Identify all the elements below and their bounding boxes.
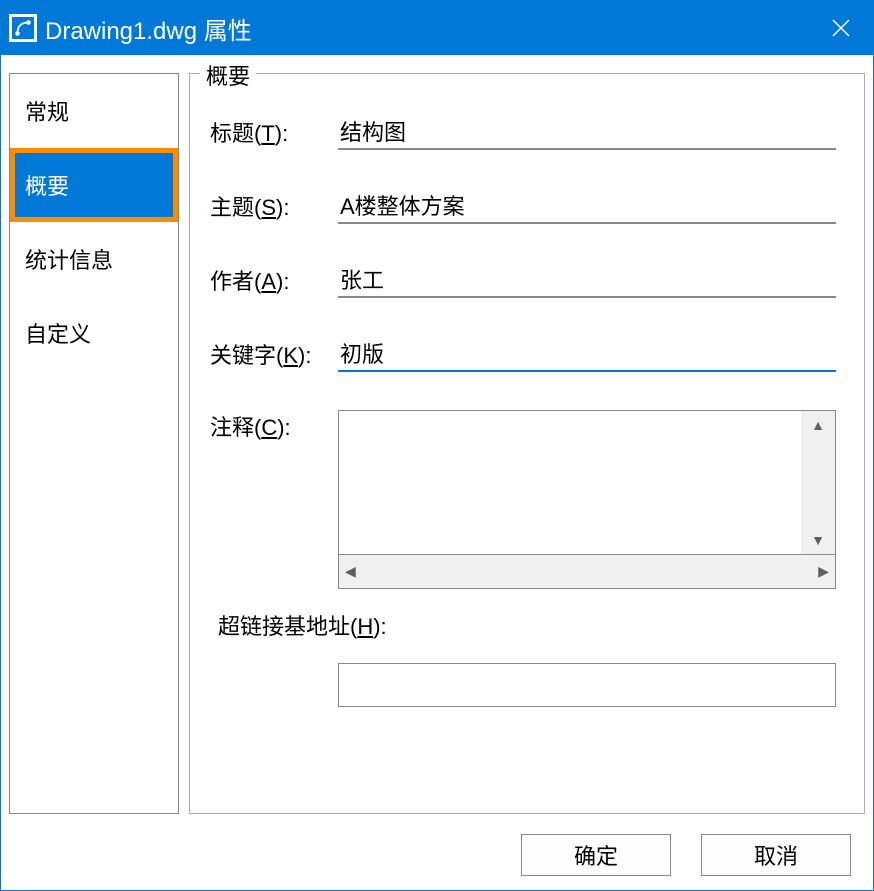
titlebar: Drawing1.dwg 属性	[1, 1, 873, 55]
cancel-button[interactable]: 取消	[701, 834, 851, 876]
summary-group: 概要 标题(T): 主题(S): 作者(A): 关键字(K): 注释(C):	[189, 73, 865, 814]
scroll-left-icon: ◀	[345, 563, 356, 580]
scroll-down-icon: ▼	[811, 532, 825, 548]
scroll-right-icon: ▶	[818, 563, 829, 580]
dialog-content: 常规 概要 统计信息 自定义 概要 标题(T): 主题(S): 作者(A): 关…	[1, 55, 873, 822]
scroll-up-icon: ▲	[811, 417, 825, 433]
subject-row: 主题(S):	[210, 188, 836, 224]
close-button[interactable]	[817, 4, 865, 52]
horizontal-scrollbar[interactable]: ◀ ▶	[338, 555, 836, 589]
title-input[interactable]	[338, 114, 836, 150]
subject-input[interactable]	[338, 188, 836, 224]
keyword-label: 关键字(K):	[210, 338, 338, 370]
sidebar-item-custom[interactable]: 自定义	[10, 296, 178, 370]
comment-label: 注释(C):	[210, 410, 338, 442]
comment-box: ▲ ▼ ◀ ▶	[338, 410, 836, 589]
vertical-scrollbar[interactable]: ▲ ▼	[801, 411, 835, 554]
sidebar-item-general[interactable]: 常规	[10, 74, 178, 148]
hyperlink-label: 超链接基地址(H):	[210, 609, 836, 641]
dialog-footer: 确定 取消	[1, 822, 873, 890]
author-label: 作者(A):	[210, 264, 338, 296]
properties-dialog: Drawing1.dwg 属性 常规 概要 统计信息 自定义 概要 标题(T):…	[0, 0, 874, 891]
window-title: Drawing1.dwg 属性	[45, 11, 817, 46]
title-row: 标题(T):	[210, 114, 836, 150]
category-sidebar: 常规 概要 统计信息 自定义	[9, 73, 179, 814]
keyword-row: 关键字(K):	[210, 336, 836, 372]
group-title: 概要	[200, 59, 256, 91]
title-label: 标题(T):	[210, 116, 338, 148]
app-icon	[9, 14, 37, 42]
ok-button[interactable]: 确定	[521, 834, 671, 876]
hyperlink-section: 超链接基地址(H):	[210, 609, 836, 707]
author-row: 作者(A):	[210, 262, 836, 298]
keyword-input[interactable]	[338, 336, 836, 372]
comment-row: 注释(C): ▲ ▼ ◀ ▶	[210, 410, 836, 589]
comment-textarea-wrap: ▲ ▼	[338, 410, 836, 555]
hyperlink-input[interactable]	[338, 663, 836, 707]
author-input[interactable]	[338, 262, 836, 298]
sidebar-item-statistics[interactable]: 统计信息	[10, 222, 178, 296]
sidebar-item-summary[interactable]: 概要	[10, 148, 178, 222]
subject-label: 主题(S):	[210, 190, 338, 222]
comment-textarea[interactable]	[339, 411, 801, 554]
